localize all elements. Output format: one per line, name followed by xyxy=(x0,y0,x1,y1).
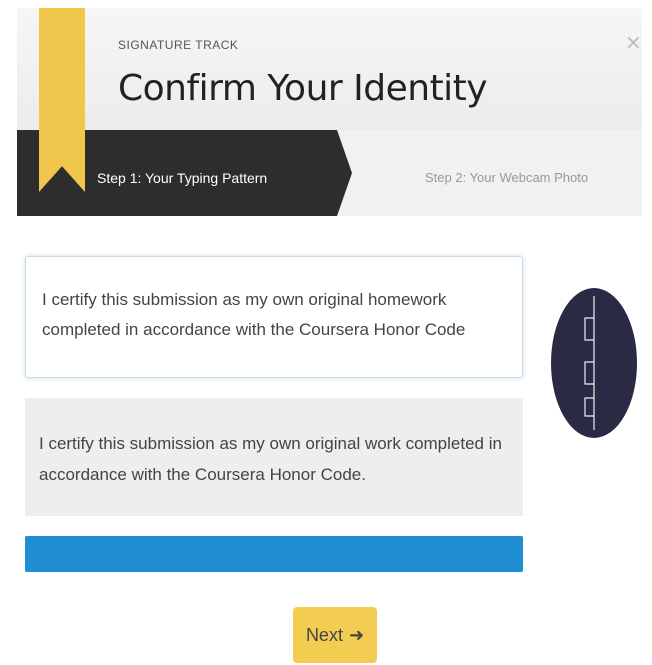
next-button-label: Next xyxy=(305,624,343,645)
ribbon-bookmark-icon xyxy=(39,8,85,192)
reference-text-box: I certify this submission as my own orig… xyxy=(25,398,523,516)
step-2-label[interactable]: Step 2: Your Webcam Photo xyxy=(425,170,588,185)
close-icon[interactable]: × xyxy=(625,30,642,54)
arrow-right-icon: ➜ xyxy=(348,624,365,645)
signature-track-label: SIGNATURE TRACK xyxy=(118,38,239,52)
stopwatch-gauge-icon xyxy=(551,288,637,438)
next-button[interactable]: Next ➜ xyxy=(293,607,377,663)
typing-input-box[interactable]: I certify this submission as my own orig… xyxy=(25,256,523,378)
step-1-label: Step 1: Your Typing Pattern xyxy=(97,170,268,186)
progress-bar xyxy=(25,536,523,572)
page-title: Confirm Your Identity xyxy=(118,68,488,109)
progress-fill xyxy=(25,536,523,572)
reference-text: I certify this submission as my own orig… xyxy=(39,434,502,484)
typing-input[interactable]: I certify this submission as my own orig… xyxy=(42,285,506,365)
